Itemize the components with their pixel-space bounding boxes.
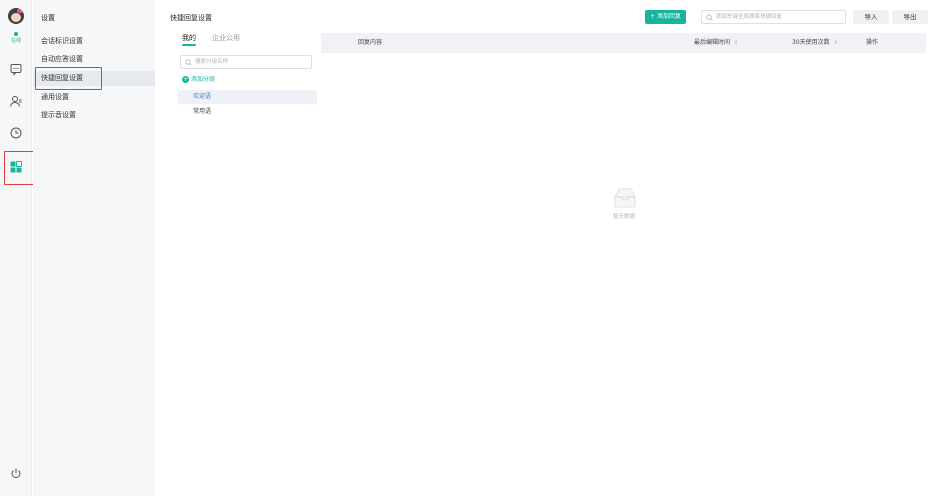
- icon-rail: 在线: [0, 0, 32, 496]
- column-header-actions: 操作: [866, 39, 879, 46]
- subnav-item-sound[interactable]: 提示音设置: [33, 108, 155, 123]
- column-header-usage-30d[interactable]: 30天使用次数 ⇕: [792, 33, 838, 53]
- online-status-dot: [14, 32, 18, 36]
- column-header-last-edited[interactable]: 最后编辑时间 ⇕: [694, 33, 738, 53]
- global-search-placeholder: 按回车键全局搜索快捷回复: [716, 14, 783, 20]
- page-title: 快捷回复设置: [170, 14, 212, 22]
- add-reply-button[interactable]: + 添加回复: [645, 10, 686, 24]
- plus-circle-icon: +: [182, 76, 189, 83]
- chat-bubble-icon[interactable]: [9, 62, 23, 76]
- column-header-last-edited-label: 最后编辑时间: [694, 39, 731, 46]
- subnav-item-auto-reply[interactable]: 自动应答设置: [33, 52, 155, 67]
- import-button[interactable]: 导入: [853, 10, 889, 24]
- subnav-item-session-tag[interactable]: 会话标识设置: [33, 34, 155, 49]
- group-search-input[interactable]: 搜索分组名称: [180, 55, 312, 69]
- group-item-common[interactable]: 常用语: [178, 105, 317, 119]
- clock-icon[interactable]: [9, 126, 23, 140]
- sort-icon[interactable]: ⇕: [734, 40, 738, 46]
- sort-icon[interactable]: ⇕: [834, 40, 838, 46]
- search-icon: [185, 59, 192, 71]
- apps-highlight-box: [4, 151, 36, 185]
- subnav-title: 设置: [41, 14, 55, 22]
- tab-mine[interactable]: 我的: [182, 33, 196, 43]
- avatar[interactable]: [8, 8, 24, 24]
- search-icon: [706, 14, 713, 26]
- group-item-welcome[interactable]: 欢迎语: [178, 90, 317, 104]
- active-tab-indicator: [182, 44, 196, 46]
- empty-state-text: 暂无数据: [612, 214, 635, 220]
- empty-inbox-icon: [607, 185, 643, 213]
- online-status-label[interactable]: 在线: [0, 37, 32, 44]
- subnav-item-general[interactable]: 通用设置: [33, 90, 155, 105]
- table-header: 回复内容 最后编辑时间 ⇕ 30天使用次数 ⇕ 操作: [321, 33, 926, 53]
- power-icon[interactable]: [9, 466, 23, 480]
- tab-enterprise-public[interactable]: 企业公用: [212, 33, 240, 43]
- avatar-face: [11, 13, 21, 22]
- add-group-button[interactable]: + 添加分组: [182, 75, 215, 84]
- global-search-input[interactable]: 按回车键全局搜索快捷回复: [701, 10, 846, 24]
- column-header-content: 回复内容: [358, 39, 383, 46]
- column-header-usage-30d-label: 30天使用次数: [792, 39, 830, 46]
- quick-reply-highlight-box: [35, 67, 102, 90]
- export-button[interactable]: 导出: [892, 10, 928, 24]
- user-group-icon[interactable]: [9, 94, 23, 108]
- group-search-placeholder: 搜索分组名称: [195, 59, 229, 65]
- add-group-label: 添加分组: [191, 76, 216, 83]
